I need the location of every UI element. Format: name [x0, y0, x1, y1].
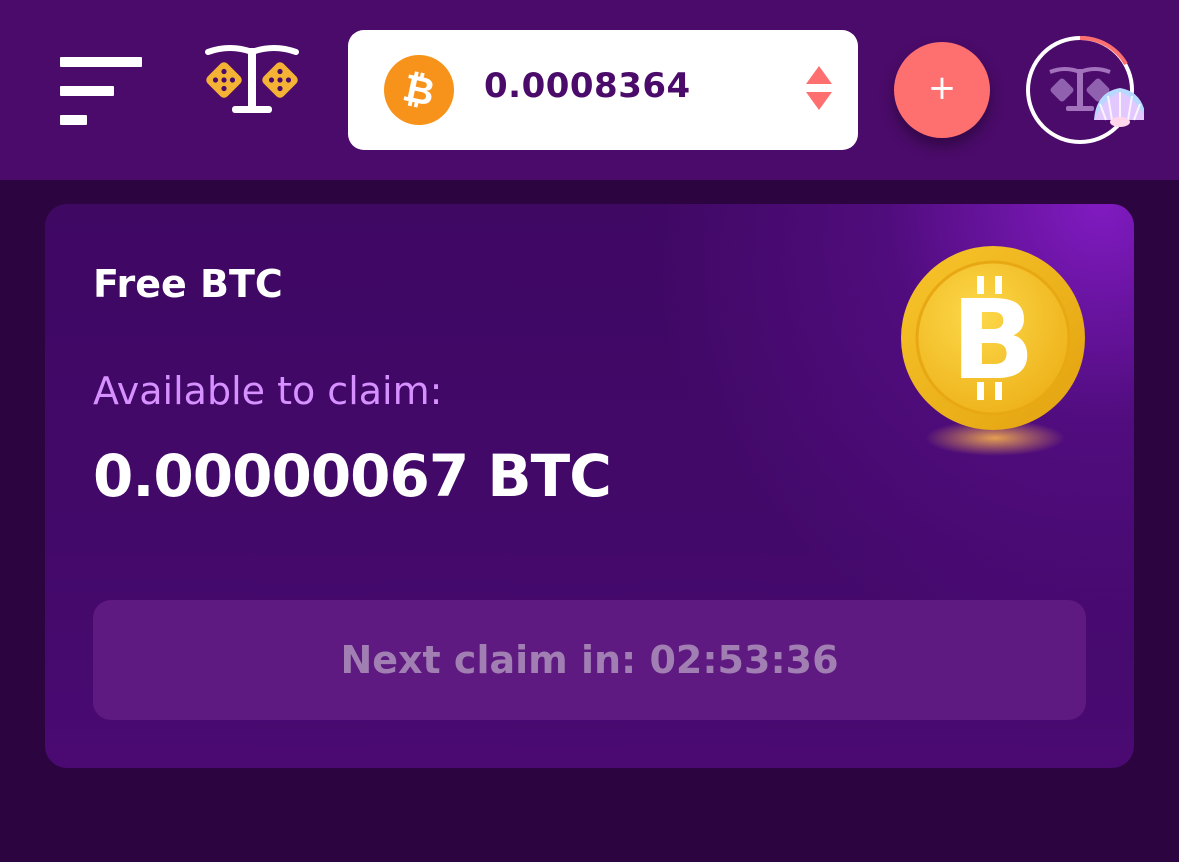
balance-amount: 0.0008364 — [484, 66, 691, 106]
svg-text:B: B — [951, 276, 1035, 404]
top-bar: ₿ 0.0008364 + — [0, 0, 1179, 180]
available-to-claim-amount: 0.00000067 BTC — [93, 442, 612, 510]
currency-switch-arrows-icon[interactable] — [804, 66, 834, 110]
site-logo[interactable] — [202, 40, 302, 116]
bitcoin-icon: ₿ — [384, 55, 454, 125]
bitcoin-coin-illustration-icon: B — [895, 240, 1095, 470]
card-title: Free BTC — [93, 262, 283, 306]
svg-text:₿: ₿ — [399, 65, 438, 114]
deposit-button[interactable]: + — [894, 42, 990, 138]
next-claim-button[interactable]: Next claim in: 02:53:36 — [93, 600, 1086, 720]
user-avatar[interactable] — [1024, 34, 1146, 146]
hamburger-menu-icon[interactable] — [60, 57, 142, 127]
available-to-claim-label: Available to claim: — [93, 369, 443, 413]
free-btc-card: Free BTC Available to claim: 0.00000067 … — [45, 204, 1134, 768]
balance-selector[interactable]: ₿ 0.0008364 — [348, 30, 858, 150]
